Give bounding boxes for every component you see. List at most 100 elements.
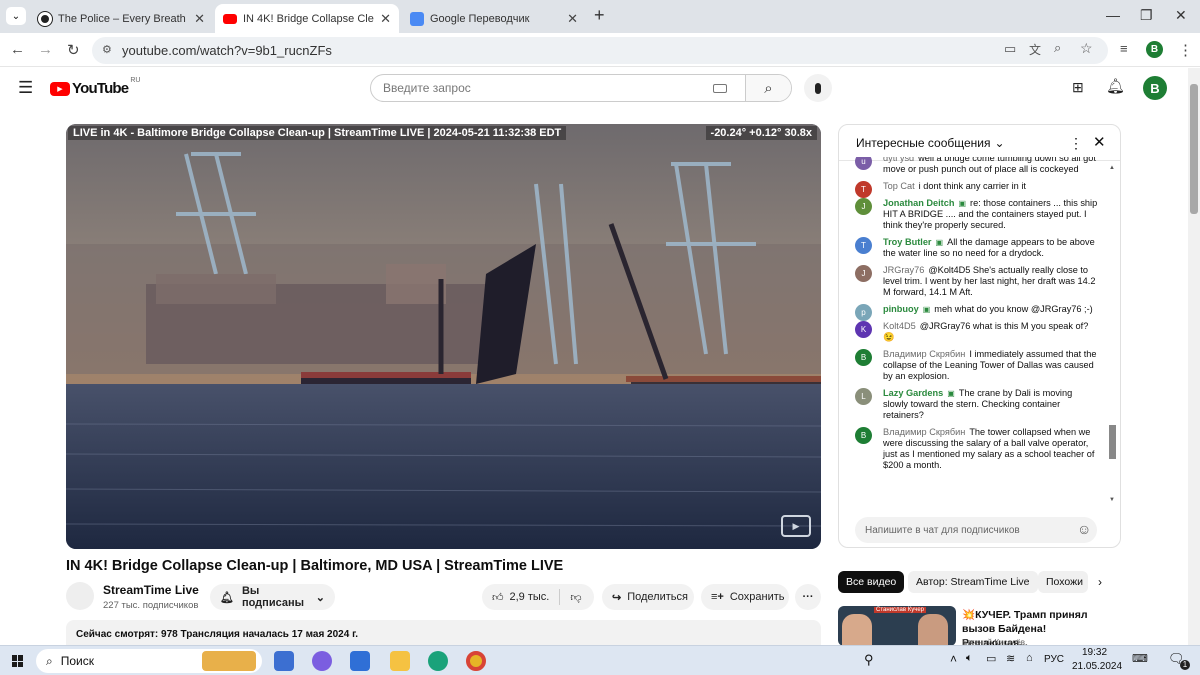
dislike-button[interactable]: 👎︎ (560, 591, 591, 604)
chat-author-name[interactable]: Jonathan Deitch (883, 198, 954, 208)
task-view-icon[interactable] (274, 651, 294, 671)
maximize-icon[interactable]: ❐ (1140, 7, 1153, 24)
clock-time[interactable]: 19:32 (1082, 647, 1107, 658)
show-hidden-icons-icon[interactable]: ˄ (950, 652, 957, 666)
chat-author-avatar[interactable]: B (855, 349, 872, 366)
volume-icon[interactable]: 🔈︎ (966, 652, 973, 665)
chat-author-name[interactable]: JRGray76 (883, 265, 924, 275)
chat-author-avatar[interactable]: T (855, 237, 872, 254)
chat-author-avatar[interactable]: u (855, 157, 872, 170)
minimize-icon[interactable]: — (1106, 7, 1120, 23)
voice-search-button[interactable] (804, 74, 832, 102)
close-chat-icon[interactable]: ✕ (1093, 133, 1106, 151)
channel-avatar[interactable] (66, 582, 94, 610)
address-bar[interactable]: ⚙ youtube.com/watch?v=9b1_rucnZFs ▭ 文 ⌕ … (92, 37, 1108, 64)
youtube-account-avatar[interactable]: B (1143, 76, 1167, 100)
search-box[interactable]: Введите запрос ⌕ (370, 74, 792, 102)
related-video-thumbnail[interactable]: Станислав Кучер (838, 606, 956, 646)
chat-author-name[interactable]: Troy Butler (883, 237, 932, 247)
close-tab-icon[interactable]: ✕ (194, 11, 205, 27)
create-video-icon[interactable]: ⊞ (1072, 79, 1084, 96)
chat-author-name[interactable]: dyti ysd (883, 157, 914, 163)
tab-google-translate[interactable]: Google Переводчик ✕ (402, 4, 586, 33)
close-window-icon[interactable]: ✕ (1175, 7, 1187, 24)
description-box[interactable]: Сейчас смотрят: 978 Трансляция началась … (66, 620, 821, 645)
close-tab-icon[interactable]: ✕ (380, 11, 391, 27)
clock-date[interactable]: 21.05.2024 (1072, 661, 1122, 672)
emoji-icon[interactable]: ☺ (1077, 521, 1091, 537)
scroll-up-arrow-icon[interactable]: ▲ (1109, 165, 1117, 171)
taskbar-search-box[interactable]: ⌕ Поиск (36, 649, 262, 673)
chat-message[interactable]: u dyti ysd well a bridge come tumbling dow… (839, 157, 1109, 179)
chip-all-videos[interactable]: Все видео (838, 571, 905, 593)
page-scrollbar[interactable] (1188, 68, 1200, 645)
back-icon[interactable]: ← (10, 41, 25, 58)
network-icon[interactable]: ⌂ (1026, 652, 1033, 664)
file-explorer-icon[interactable] (390, 651, 410, 671)
notifications-bell-icon[interactable]: 🔔︎ (1106, 77, 1125, 95)
chat-message[interactable]: J JRGray76 @Kolt4D5 She's actually really … (839, 263, 1109, 302)
chip-by-author[interactable]: Автор: StreamTime Live (908, 571, 1038, 593)
save-button[interactable]: ≡+ Сохранить (701, 584, 789, 610)
forward-icon[interactable]: → (38, 41, 53, 58)
chat-scrollbar[interactable]: ▲ ▼ (1109, 165, 1117, 505)
keyboard-icon[interactable] (713, 83, 727, 93)
wifi-icon[interactable]: ≋ (1006, 652, 1015, 665)
scroll-down-arrow-icon[interactable]: ▼ (1109, 497, 1115, 503)
channel-watermark-icon[interactable]: ▶ (781, 515, 811, 537)
site-info-icon[interactable]: ⚙ (102, 43, 112, 56)
scroll-thumb[interactable] (1109, 425, 1116, 459)
media-control-icon[interactable]: ≡ (1120, 41, 1128, 56)
input-language[interactable]: РУС (1044, 654, 1064, 665)
new-tab-button[interactable]: + (594, 5, 605, 26)
chat-author-avatar[interactable]: K (855, 321, 872, 338)
chat-mode-dropdown[interactable]: Интересные сообщения ⌄ (856, 136, 1005, 150)
like-button[interactable]: 👍︎ 2,9 тыс. (482, 589, 561, 605)
video-player[interactable]: LIVE in 4K - Baltimore Bridge Collapse C… (66, 124, 821, 549)
share-button[interactable]: ↪ Поделиться (602, 584, 694, 610)
chat-message[interactable]: B Владимир Скрябин The tower collapsed whe… (839, 425, 1109, 475)
keyboard-layout-icon[interactable]: ⌨ (1132, 652, 1148, 665)
chat-author-avatar[interactable]: L (855, 388, 872, 405)
chat-message[interactable]: T Troy Butler ▣ All the damage appears to b… (839, 235, 1109, 263)
chat-message[interactable]: K Kolt4D5 @JRGray76 what is this M you spe… (839, 319, 1109, 347)
install-app-icon[interactable]: ▭ (1004, 41, 1016, 57)
copilot-icon[interactable] (312, 651, 332, 671)
page-scroll-thumb[interactable] (1190, 84, 1198, 214)
chat-author-name[interactable]: Владимир Скрябин (883, 427, 965, 437)
windows-start-icon[interactable] (12, 655, 24, 667)
browser-profile-avatar[interactable]: B (1146, 41, 1163, 58)
browser-menu-icon[interactable]: ⋮ (1178, 41, 1193, 59)
chat-author-name[interactable]: Lazy Gardens (883, 388, 943, 398)
chat-author-avatar[interactable]: J (855, 265, 872, 282)
chat-author-name[interactable]: Kolt4D5 (883, 321, 916, 331)
more-actions-button[interactable]: ··· (795, 584, 821, 610)
edge-browser-icon[interactable] (428, 651, 448, 671)
chevron-right-icon[interactable]: › (1098, 575, 1102, 589)
mail-icon[interactable] (350, 651, 370, 671)
chat-author-avatar[interactable]: J (855, 198, 872, 215)
chat-message[interactable]: p pinbuoy ▣ meh what do you know @JRGray76 … (839, 302, 1109, 321)
subscribed-button[interactable]: 🔔︎ Вы подписаны ⌄ (210, 584, 335, 610)
chat-message[interactable]: L Lazy Gardens ▣ The crane by Dali is movin… (839, 386, 1109, 425)
chat-author-name[interactable]: Top Cat (883, 181, 915, 191)
tab-bridge-collapse[interactable]: IN 4K! Bridge Collapse Clean-up ✕ (215, 4, 399, 33)
chat-menu-icon[interactable]: ⋮ (1069, 135, 1083, 152)
search-input[interactable]: Введите запрос (371, 81, 713, 95)
chat-author-name[interactable]: pinbuoy (883, 304, 919, 314)
tab-the-police[interactable]: The Police – Every Breath You Ta ✕ (30, 4, 213, 33)
tab-search-button[interactable]: ⌄ (6, 7, 26, 25)
chat-message[interactable]: B Владимир Скрябин I immediately assumed t… (839, 347, 1109, 386)
bookmark-star-icon[interactable]: ☆ (1080, 40, 1093, 57)
chat-author-name[interactable]: Владимир Скрябин (883, 349, 965, 359)
guide-menu-icon[interactable]: ☰ (18, 78, 33, 98)
close-tab-icon[interactable]: ✕ (567, 11, 578, 27)
chat-author-avatar[interactable]: B (855, 427, 872, 444)
youtube-logo[interactable]: ▶ YouTube RU (50, 77, 140, 97)
translate-icon[interactable]: 文 (1029, 41, 1041, 58)
reload-icon[interactable]: ↻ (67, 41, 80, 59)
zoom-icon[interactable]: ⌕ (1054, 40, 1061, 56)
chrome-browser-icon[interactable] (466, 651, 486, 671)
channel-name[interactable]: StreamTime Live (103, 583, 199, 597)
search-button[interactable]: ⌕ (745, 75, 791, 101)
